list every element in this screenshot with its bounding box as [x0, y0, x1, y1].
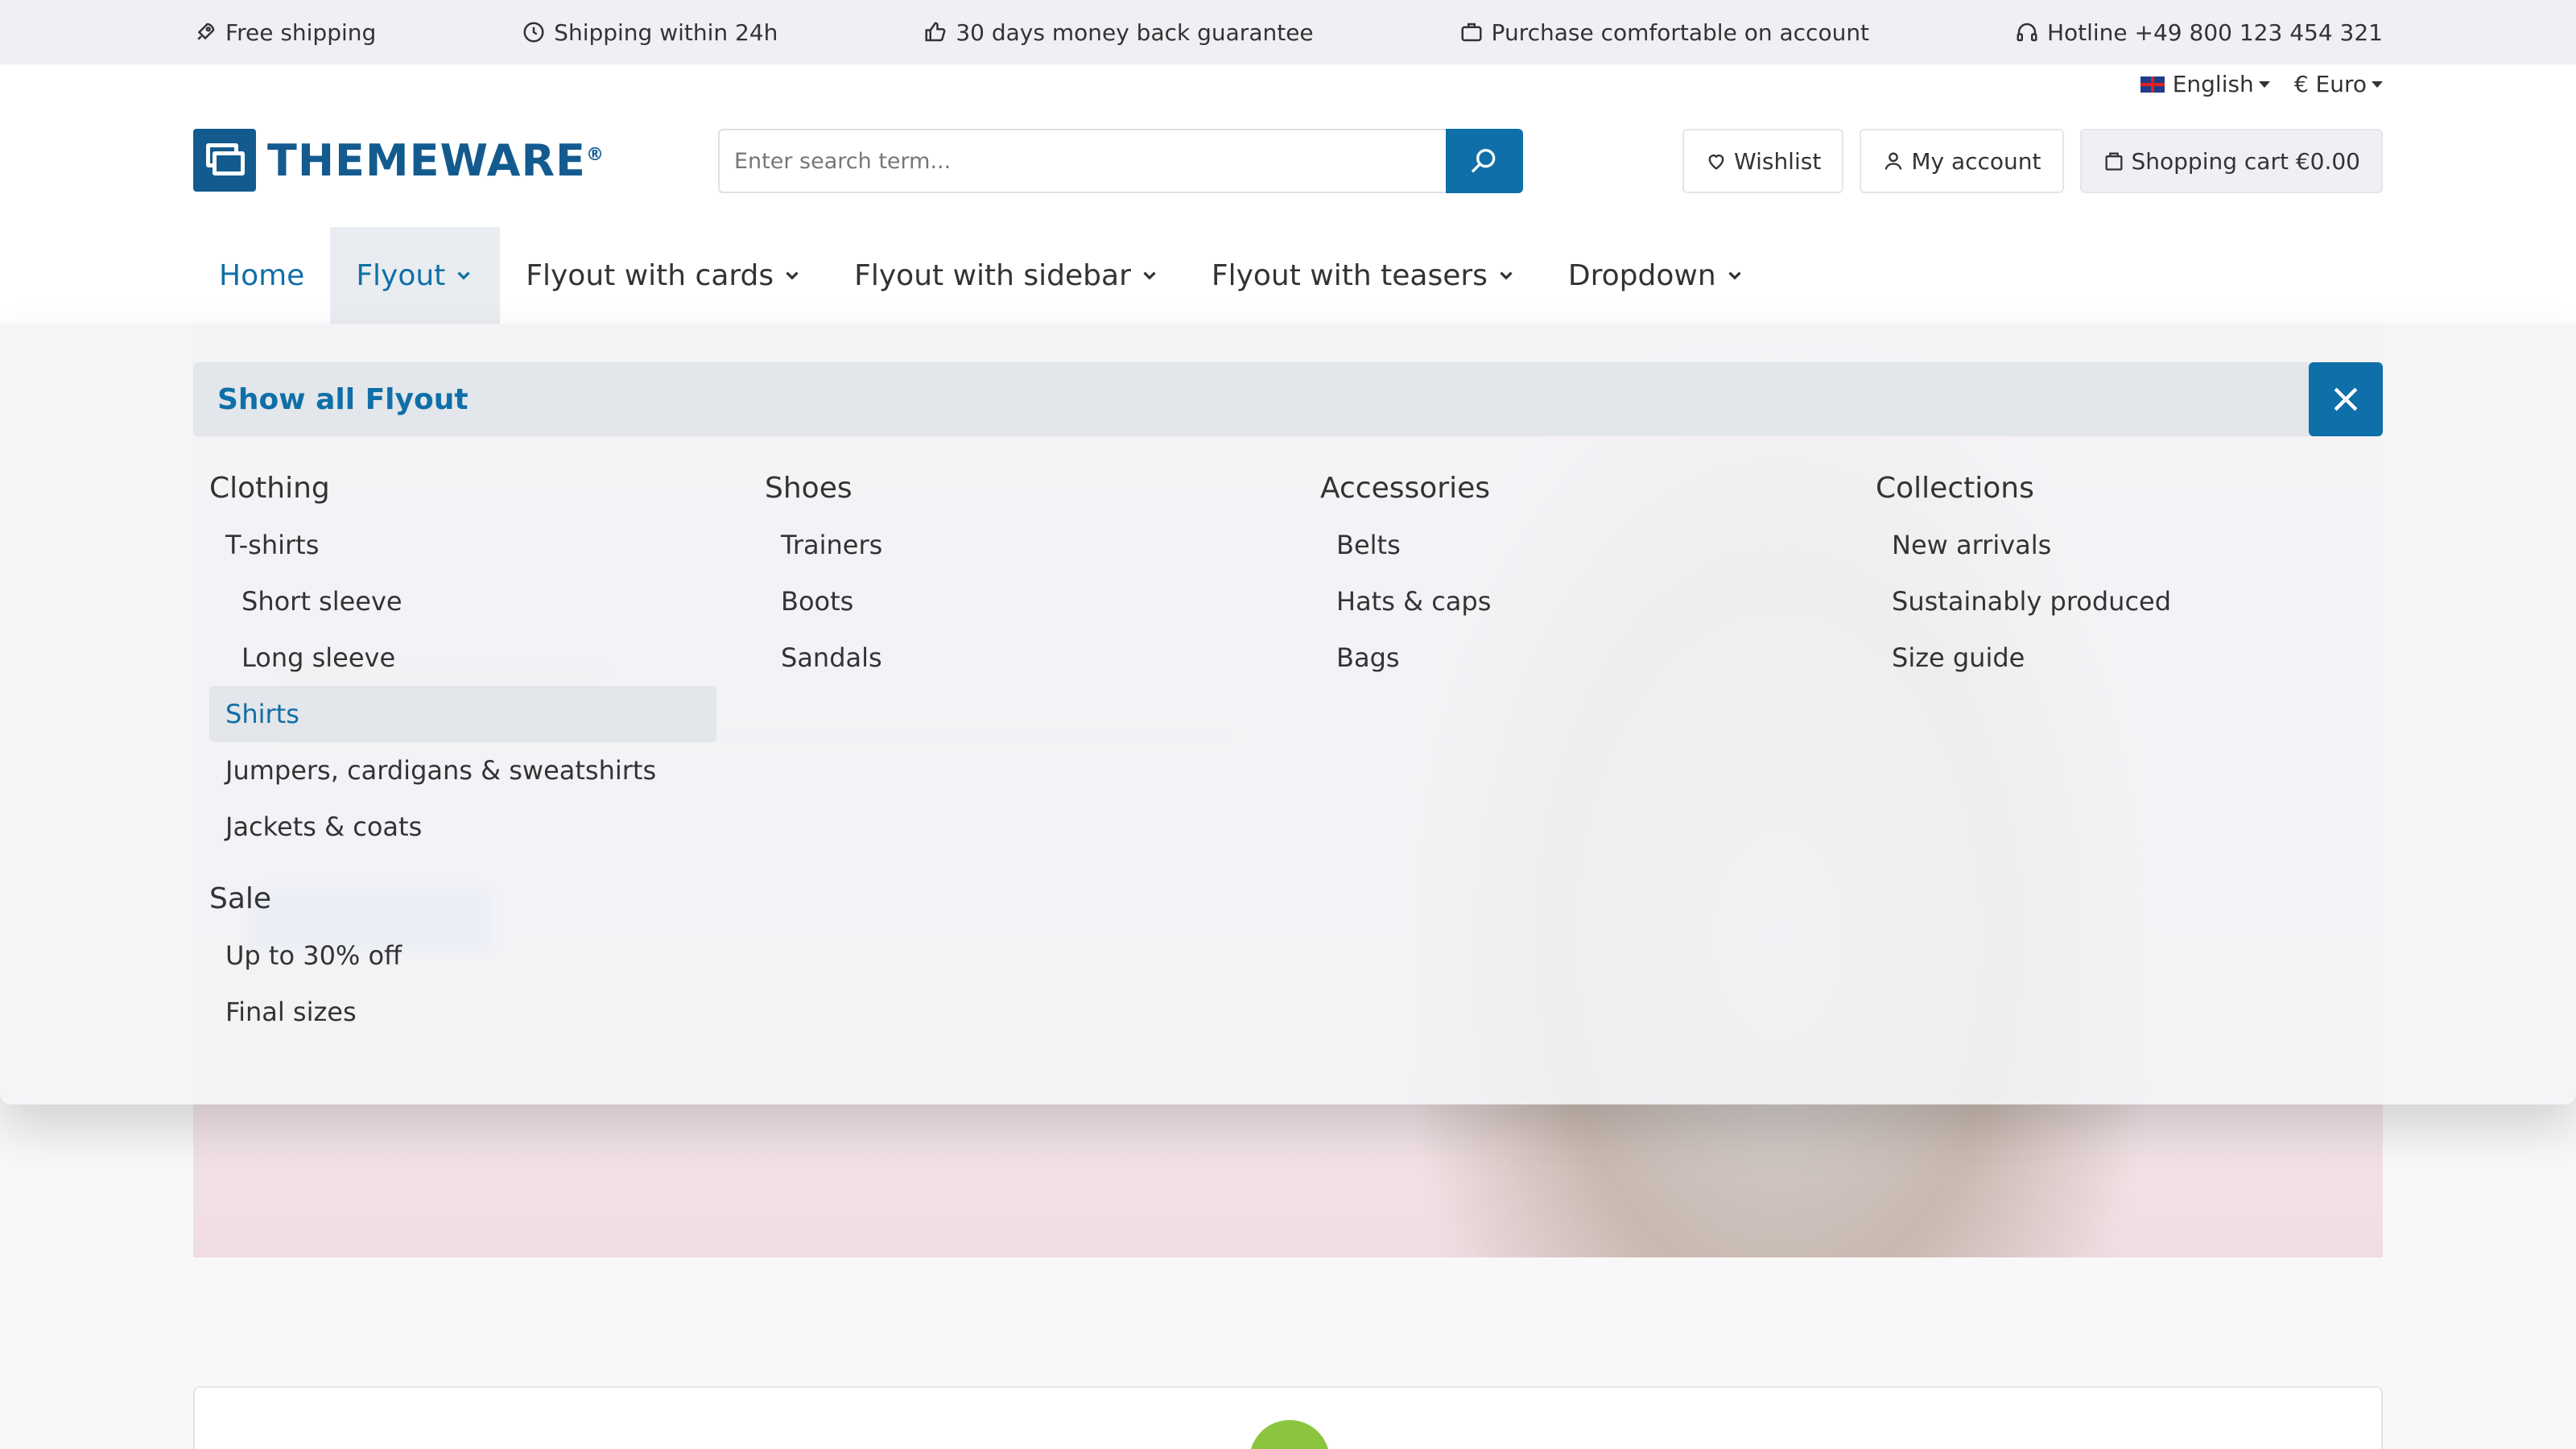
chevron-down-icon	[786, 271, 799, 280]
flyout-column-accessories: Accessories Belts Hats & caps Bags	[1304, 460, 1860, 1040]
user-icon	[1885, 152, 1902, 170]
category-shirts[interactable]: Shirts	[209, 686, 716, 742]
clock-icon	[523, 22, 544, 43]
logo-icon	[193, 129, 256, 192]
category-shoes[interactable]: Shoes	[765, 460, 1288, 517]
flyout-column-collections: Collections New arrivals Sustainably pro…	[1860, 460, 2415, 1040]
category-collections[interactable]: Collections	[1876, 460, 2399, 517]
rocket-icon	[197, 23, 215, 40]
search-input[interactable]	[718, 129, 1446, 193]
nav-item-flyout-with-cards[interactable]: Flyout with cards	[500, 227, 828, 324]
search-button[interactable]	[1446, 129, 1523, 193]
chevron-down-icon	[457, 271, 470, 280]
usp-money-back: 30 days money back guarantee	[923, 19, 1314, 46]
usp-on-account: Purchase comfortable on account	[1459, 19, 1870, 46]
flyout-menu: Show all Flyout Clothing T-shirts Short …	[0, 324, 2576, 1104]
usp-text: Purchase comfortable on account	[1491, 19, 1870, 46]
cart-label: Shopping cart €0.00	[2131, 147, 2361, 175]
close-flyout-button[interactable]	[2309, 362, 2383, 436]
search-form	[718, 129, 1523, 193]
nav-item-flyout-with-sidebar[interactable]: Flyout with sidebar	[828, 227, 1186, 324]
currency-label: € Euro	[2293, 71, 2367, 97]
category-sandals[interactable]: Sandals	[765, 630, 1288, 686]
usp-text: Free shipping	[225, 19, 377, 46]
category-up-to-30-off[interactable]: Up to 30% off	[209, 927, 733, 984]
shopping-bag-icon	[2105, 152, 2122, 171]
category-final-sizes[interactable]: Final sizes	[209, 984, 733, 1040]
site-header: English € Euro THEMEWARE® Wishlist My ac…	[0, 64, 2576, 324]
language-currency-bar: English € Euro	[2140, 71, 2383, 97]
content-card	[193, 1386, 2383, 1449]
uk-flag-icon	[2140, 76, 2165, 93]
language-label: English	[2172, 71, 2254, 97]
usp-text: 30 days money back guarantee	[956, 19, 1314, 46]
usp-text: Shipping within 24h	[554, 19, 778, 46]
category-bags[interactable]: Bags	[1320, 630, 1843, 686]
wishlist-label: Wishlist	[1734, 147, 1822, 175]
status-circle-icon	[1249, 1420, 1330, 1449]
category-trainers[interactable]: Trainers	[765, 517, 1288, 573]
close-icon	[2334, 387, 2358, 411]
usp-shipping-24h: Shipping within 24h	[522, 19, 778, 46]
usp-text: Hotline +49 800 123 454 321	[2046, 19, 2383, 46]
main-navigation: Home Flyout Flyout with cards Flyout wit…	[193, 227, 1771, 324]
logo-text: THEMEWARE®	[267, 134, 605, 186]
category-accessories[interactable]: Accessories	[1320, 460, 1843, 517]
category-long-sleeve[interactable]: Long sleeve	[209, 630, 733, 686]
site-logo[interactable]: THEMEWARE®	[193, 129, 605, 192]
chevron-down-icon	[1728, 271, 1741, 280]
category-clothing[interactable]: Clothing	[209, 460, 733, 517]
category-sustainably-produced[interactable]: Sustainably produced	[1876, 573, 2399, 630]
category-sale[interactable]: Sale	[209, 871, 733, 927]
category-size-guide[interactable]: Size guide	[1876, 630, 2399, 686]
language-dropdown[interactable]: English	[2140, 71, 2270, 97]
wishlist-button[interactable]: Wishlist	[1682, 129, 1844, 193]
search-icon	[1471, 149, 1496, 173]
currency-dropdown[interactable]: € Euro	[2294, 71, 2383, 97]
category-t-shirts[interactable]: T-shirts	[209, 517, 733, 573]
usp-bar: Free shipping Shipping within 24h 30 day…	[0, 0, 2576, 64]
flyout-columns: Clothing T-shirts Short sleeve Long slee…	[193, 460, 2415, 1040]
briefcase-icon	[1461, 23, 1482, 42]
show-all-flyout-link[interactable]: Show all Flyout	[193, 362, 2383, 436]
chevron-down-icon	[1500, 271, 1513, 280]
chevron-down-icon	[1143, 271, 1156, 280]
nav-item-flyout-with-teasers[interactable]: Flyout with teasers	[1186, 227, 1542, 324]
category-new-arrivals[interactable]: New arrivals	[1876, 517, 2399, 573]
category-jumpers[interactable]: Jumpers, cardigans & sweatshirts	[209, 742, 733, 799]
nav-item-flyout[interactable]: Flyout	[330, 227, 501, 324]
flyout-column-shoes: Shoes Trainers Boots Sandals	[749, 460, 1304, 1040]
headset-icon	[2017, 23, 2037, 42]
heart-icon	[1708, 155, 1724, 170]
category-hats-caps[interactable]: Hats & caps	[1320, 573, 1843, 630]
show-all-label: Show all Flyout	[217, 382, 469, 416]
header-actions: Wishlist My account Shopping cart €0.00	[1682, 129, 2383, 193]
account-label: My account	[1911, 147, 2041, 175]
category-jackets-coats[interactable]: Jackets & coats	[209, 799, 733, 855]
category-boots[interactable]: Boots	[765, 573, 1288, 630]
category-short-sleeve[interactable]: Short sleeve	[209, 573, 733, 630]
nav-item-dropdown[interactable]: Dropdown	[1542, 227, 1771, 324]
caret-down-icon	[2258, 80, 2270, 88]
account-button[interactable]: My account	[1860, 129, 2064, 193]
nav-item-home[interactable]: Home	[193, 227, 330, 324]
flyout-column-clothing: Clothing T-shirts Short sleeve Long slee…	[193, 460, 749, 1040]
thumbs-up-icon	[925, 22, 946, 42]
usp-hotline: Hotline +49 800 123 454 321	[2015, 19, 2383, 46]
usp-free-shipping: Free shipping	[193, 19, 376, 46]
category-belts[interactable]: Belts	[1320, 517, 1843, 573]
cart-button[interactable]: Shopping cart €0.00	[2079, 129, 2383, 193]
caret-down-icon	[2372, 80, 2383, 88]
